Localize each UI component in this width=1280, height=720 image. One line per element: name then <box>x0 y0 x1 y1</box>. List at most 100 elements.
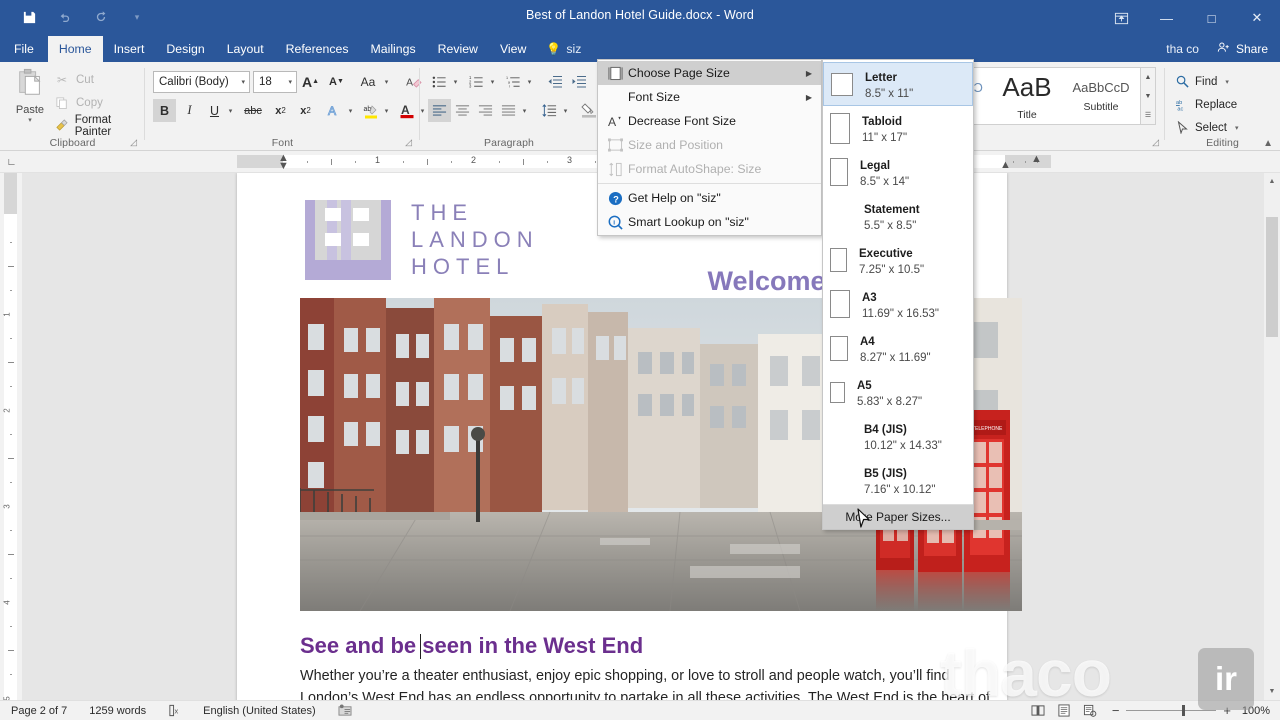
page-size-executive[interactable]: Executive 7.25" x 10.5" <box>823 238 973 282</box>
menu-item-choose-page-size[interactable]: Choose Page Size ▶ <box>598 61 821 85</box>
decrease-indent-button[interactable] <box>543 70 566 93</box>
page-size-a5[interactable]: A5 5.83" x 8.27" <box>823 370 973 414</box>
copy-button[interactable]: Copy <box>52 91 145 114</box>
font-name-combobox[interactable]: Calibri (Body) ▾ <box>153 71 250 93</box>
find-dropdown-icon[interactable]: ▾ <box>1225 78 1229 86</box>
underline-dropdown-icon[interactable]: ▾ <box>225 99 236 122</box>
minimize-button[interactable]: — <box>1144 0 1189 36</box>
more-paper-sizes-button[interactable]: More Paper Sizes... <box>823 504 973 529</box>
tab-home[interactable]: Home <box>47 36 103 62</box>
zoom-track[interactable] <box>1126 705 1217 716</box>
scrollbar-thumb[interactable] <box>1266 217 1278 337</box>
menu-item-get-help[interactable]: ? Get Help on "siz" <box>598 186 821 210</box>
tell-me-box[interactable]: 💡 siz <box>537 36 592 62</box>
scroll-up-icon[interactable]: ▲ <box>1141 68 1155 87</box>
align-center-button[interactable] <box>451 99 474 122</box>
tab-mailings[interactable]: Mailings <box>360 36 427 62</box>
font-size-combobox[interactable]: 18 ▾ <box>253 71 297 93</box>
line-spacing-dropdown-icon[interactable]: ▾ <box>560 99 571 122</box>
scroll-down-icon[interactable]: ▼ <box>1264 683 1280 700</box>
change-case-dropdown-icon[interactable]: ▾ <box>381 70 392 93</box>
page-size-b5-jis[interactable]: B5 (JIS) 7.16" x 10.12" <box>823 458 973 502</box>
language-indicator[interactable]: English (United States) <box>192 705 327 717</box>
tab-review[interactable]: Review <box>427 36 489 62</box>
ribbon-display-options-icon[interactable] <box>1099 0 1144 36</box>
menu-item-font-size[interactable]: Font Size ▶ <box>598 85 821 109</box>
proofing-errors-icon[interactable]: x <box>157 704 192 717</box>
tab-layout[interactable]: Layout <box>216 36 275 62</box>
bold-button[interactable]: B <box>153 99 176 122</box>
maximize-button[interactable]: □ <box>1189 0 1234 36</box>
clipboard-dialog-launcher-icon[interactable]: ◿ <box>130 137 137 148</box>
menu-item-smart-lookup[interactable]: i Smart Lookup on "siz" <box>598 210 821 234</box>
tab-stop-selector[interactable]: ∟ <box>3 154 20 170</box>
line-spacing-button[interactable] <box>538 99 561 122</box>
align-right-button[interactable] <box>474 99 497 122</box>
bullets-button[interactable] <box>428 70 451 93</box>
text-effects-dropdown-icon[interactable]: ▾ <box>345 99 356 122</box>
styles-gallery-scroll[interactable]: ▲ ▼ ☰ <box>1141 67 1156 125</box>
close-button[interactable]: ✕ <box>1234 0 1280 36</box>
menu-item-decrease-font-size[interactable]: A Decrease Font Size <box>598 109 821 133</box>
vertical-ruler[interactable]: 1 2 3 4 5 <box>0 173 22 701</box>
collapse-ribbon-icon[interactable]: ▲ <box>1263 138 1273 149</box>
bullets-dropdown-icon[interactable]: ▾ <box>450 70 461 93</box>
account-name[interactable]: tha co <box>1156 36 1209 62</box>
macro-recording-icon[interactable] <box>327 704 363 717</box>
paste-button[interactable]: Paste ▾ <box>8 68 52 124</box>
multilevel-list-button[interactable]: 1ai <box>502 70 525 93</box>
paste-dropdown-icon[interactable]: ▾ <box>8 116 52 124</box>
style-item[interactable]: AaB Title <box>991 68 1064 124</box>
subscript-button[interactable]: x2 <box>269 99 292 122</box>
chevron-down-icon[interactable]: ▾ <box>285 78 296 86</box>
styles-gallery[interactable]: ɔƆ 2 AaB Title AaBbCcD Subtitle <box>966 67 1141 125</box>
page-size-a4[interactable]: A4 8.27" x 11.69" <box>823 326 973 370</box>
cut-button[interactable]: ✂ Cut <box>52 68 145 91</box>
right-indent-marker[interactable]: ▲ <box>1000 159 1011 171</box>
grow-font-button[interactable]: A ▲ <box>299 70 322 93</box>
font-color-button[interactable]: A <box>395 99 418 122</box>
page-size-b4-jis[interactable]: B4 (JIS) 10.12" x 14.33" <box>823 414 973 458</box>
increase-indent-button[interactable] <box>567 70 590 93</box>
hanging-indent-marker[interactable]: ▼ <box>278 160 289 172</box>
justify-button[interactable] <box>497 99 520 122</box>
tab-view[interactable]: View <box>489 36 537 62</box>
select-dropdown-icon[interactable]: ▾ <box>1235 124 1239 132</box>
italic-button[interactable]: I <box>178 99 201 122</box>
find-button[interactable]: Find ▾ <box>1175 70 1229 93</box>
strikethrough-button[interactable]: abc <box>240 99 266 122</box>
more-styles-icon[interactable]: ☰ <box>1141 105 1155 124</box>
tab-references[interactable]: References <box>275 36 360 62</box>
vertical-scrollbar[interactable]: ▲ ▼ <box>1264 173 1280 700</box>
share-button[interactable]: Share <box>1208 36 1280 62</box>
page-indicator[interactable]: Page 2 of 7 <box>0 705 78 717</box>
tab-file[interactable]: File <box>0 36 48 62</box>
body-paragraph[interactable]: Whether you’re a theater enthusiast, enj… <box>300 665 1022 700</box>
multilevel-dropdown-icon[interactable]: ▾ <box>524 70 535 93</box>
underline-button[interactable]: U <box>203 99 226 122</box>
superscript-button[interactable]: x2 <box>294 99 317 122</box>
document-canvas[interactable]: THE LANDON HOTEL Welcome to London <box>22 173 1280 700</box>
change-case-button[interactable]: Aa <box>355 70 381 93</box>
justify-dropdown-icon[interactable]: ▾ <box>519 99 530 122</box>
context-menu[interactable]: Choose Page Size ▶ Font Size ▶ A Decreas… <box>597 59 822 236</box>
chevron-down-icon[interactable]: ▾ <box>238 78 249 86</box>
scroll-down-icon[interactable]: ▼ <box>1141 87 1155 106</box>
replace-button[interactable]: ab ac Replace <box>1175 93 1237 116</box>
style-item[interactable]: AaBbCcD Subtitle <box>1064 68 1139 124</box>
page-size-legal[interactable]: Legal 8.5" x 14" <box>823 150 973 194</box>
highlight-dropdown-icon[interactable]: ▾ <box>381 99 392 122</box>
text-effects-button[interactable]: A <box>323 99 346 122</box>
left-indent-marker[interactable]: ▲ <box>1031 153 1042 165</box>
numbering-button[interactable]: 123 <box>465 70 488 93</box>
zoom-out-button[interactable]: − <box>1112 703 1120 718</box>
page-size-tabloid[interactable]: Tabloid 11" x 17" <box>823 106 973 150</box>
numbering-dropdown-icon[interactable]: ▾ <box>487 70 498 93</box>
tab-insert[interactable]: Insert <box>103 36 156 62</box>
format-painter-button[interactable]: Format Painter <box>52 114 145 138</box>
tab-design[interactable]: Design <box>155 36 215 62</box>
page-size-letter[interactable]: Letter 8.5" x 11" <box>823 62 973 106</box>
text-highlight-button[interactable]: ab <box>359 99 382 122</box>
shrink-font-button[interactable]: A ▼ <box>325 70 348 93</box>
select-button[interactable]: Select ▾ <box>1175 116 1238 139</box>
